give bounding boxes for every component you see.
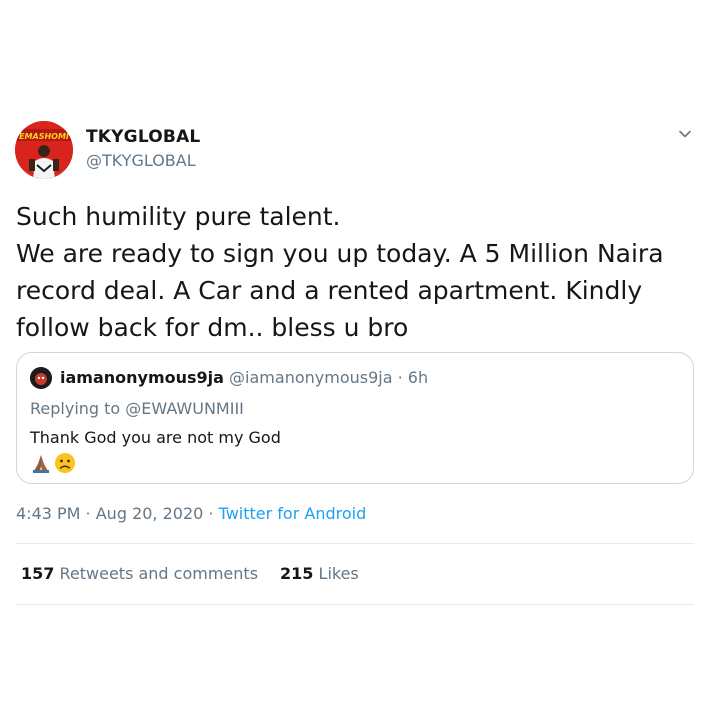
slightly-frowning-face-icon <box>54 452 76 474</box>
tweet-card: EMASHOMI TKYGLOBAL @TKYGLOBAL Such humil… <box>0 0 720 720</box>
retweets-label: Retweets and comments <box>59 564 259 583</box>
tweet-time[interactable]: 4:43 PM <box>16 504 80 523</box>
quoted-emoji-row <box>30 451 76 475</box>
tweet-date[interactable]: Aug 20, 2020 <box>96 504 204 523</box>
chevron-down-icon <box>679 130 691 138</box>
tweet-source-link[interactable]: Twitter for Android <box>219 504 367 523</box>
more-menu-button[interactable] <box>675 124 695 144</box>
replying-to-mention: @EWAWUNMIII <box>125 399 244 418</box>
timestamp-separator: · <box>80 504 96 523</box>
quoted-handle: @iamanonymous9ja <box>229 368 393 387</box>
author-avatar[interactable]: EMASHOMI <box>15 121 73 179</box>
replying-to-label: Replying to <box>30 399 121 418</box>
tweet-text-line: record deal. A Car and a rented apartmen… <box>16 276 643 305</box>
likes-count: 215 <box>280 564 314 583</box>
quoted-replying-to: Replying to @EWAWUNMIII <box>30 399 244 418</box>
quoted-author-avatar <box>30 367 52 389</box>
author-handle[interactable]: @TKYGLOBAL <box>86 151 196 170</box>
divider <box>16 543 694 544</box>
engagement-stats: 157 Retweets and comments 215 Likes <box>21 564 359 583</box>
profile-avatar-image: EMASHOMI <box>15 121 73 179</box>
likes-stat[interactable]: 215 Likes <box>280 564 359 583</box>
quoted-header: iamanonymous9ja @iamanonymous9ja · 6h <box>60 368 428 387</box>
quoted-separator: · <box>392 368 408 387</box>
quoted-avatar-image <box>30 367 52 389</box>
likes-label: Likes <box>318 564 359 583</box>
author-display-name[interactable]: TKYGLOBAL <box>86 127 200 147</box>
folded-hands-icon <box>30 452 52 474</box>
svg-text:EMASHOMI: EMASHOMI <box>19 132 69 141</box>
quoted-text: Thank God you are not my God <box>30 428 281 447</box>
tweet-text-line: Such humility pure talent. <box>16 202 341 231</box>
tweet-timestamp: 4:43 PM · Aug 20, 2020 · Twitter for And… <box>16 504 366 523</box>
retweets-stat[interactable]: 157 Retweets and comments <box>21 564 258 583</box>
quoted-age: 6h <box>407 368 429 387</box>
timestamp-separator: · <box>203 504 219 523</box>
tweet-body: Such humility pure talent. We are ready … <box>16 198 706 346</box>
quoted-tweet[interactable]: iamanonymous9ja @iamanonymous9ja · 6h Re… <box>16 352 694 484</box>
quoted-display-name: iamanonymous9ja <box>60 368 224 387</box>
divider <box>16 604 694 605</box>
tweet-text-line: We are ready to sign you up today. A 5 M… <box>16 239 664 268</box>
tweet-text-line: follow back for dm.. bless u bro <box>16 313 409 342</box>
retweets-count: 157 <box>21 564 55 583</box>
